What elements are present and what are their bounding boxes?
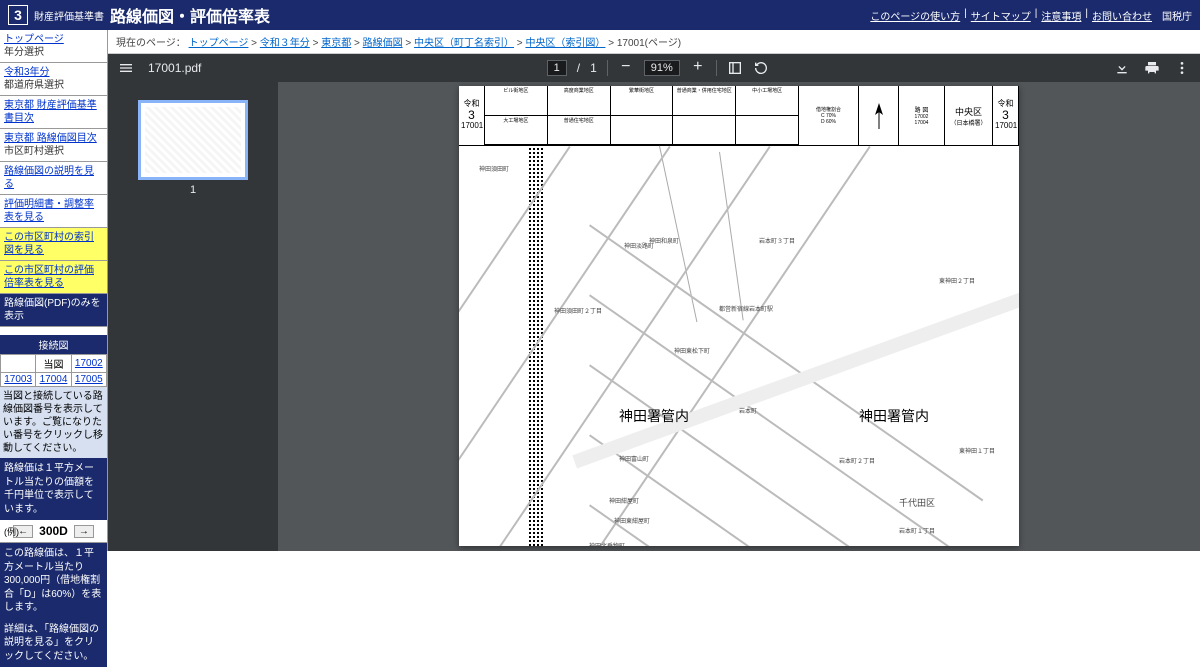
crumb-rosen[interactable]: 路線価図 <box>363 38 403 49</box>
street-label: 都営新宿線岩本町駅 <box>719 304 773 313</box>
street-label: 岩本町 <box>739 406 757 415</box>
street-label: 東神田２丁目 <box>939 276 975 285</box>
crumb-ward-index[interactable]: 中央区（索引図） <box>525 38 605 49</box>
header-links: このページの使い方| サイトマップ| 注意事項| お問い合わせ 国税庁 <box>870 8 1192 23</box>
street-label: 神田東紺屋町 <box>614 516 650 525</box>
pdf-viewer: 17001.pdf 1 / 1 − 91% + <box>108 54 1200 551</box>
street-label: 神田須田町 <box>479 164 509 173</box>
sidebar-link-top[interactable]: トップページ <box>4 33 103 46</box>
adj-cell-empty <box>1 355 36 373</box>
crumb-pref[interactable]: 東京都 <box>321 38 351 49</box>
area-label-2: 神田署管内 <box>859 406 929 426</box>
title-small: 財産評価基準書 <box>34 8 104 23</box>
info-unit: 路線価は１平方メートル当たりの価額を千円単位で表示しています。 <box>0 458 107 520</box>
pdf-filename: 17001.pdf <box>148 61 201 75</box>
street-label: 岩本町３丁目 <box>759 236 795 245</box>
sidebar-link-tokyo-rosen[interactable]: 東京都 路線価図目次 <box>4 132 103 145</box>
crumb-year[interactable]: 令和３年分 <box>260 38 310 49</box>
crumb-top[interactable]: トップページ <box>189 38 249 49</box>
sidebar-link-ratetable[interactable]: この市区町村の評価倍率表を見る <box>4 264 103 290</box>
menu-icon[interactable] <box>118 60 134 76</box>
crumb-ward-town[interactable]: 中央区（町丁名索引） <box>414 38 514 49</box>
rate-value: 300D <box>39 524 68 538</box>
info-example: この路線価は、１平方メートル当たり300,000円（借地権割合「D」は60%）を… <box>0 543 107 619</box>
header-link-sitemap[interactable]: サイトマップ <box>971 8 1031 23</box>
adj-link-17003[interactable]: 17003 <box>4 374 32 385</box>
page-sep: / <box>577 61 580 75</box>
adjacent-title: 接続図 <box>0 335 107 354</box>
street-label: 岩本町１丁目 <box>899 526 935 535</box>
more-icon[interactable] <box>1174 60 1190 76</box>
street-label: 神田須田町２丁目 <box>554 306 602 315</box>
crumb-current: 17001(ページ) <box>617 38 681 49</box>
print-icon[interactable] <box>1144 60 1160 76</box>
ward-name: 中央区 <box>947 105 990 118</box>
street-label: 神田東松下町 <box>674 346 710 355</box>
zoom-in-icon[interactable]: + <box>690 60 706 76</box>
thumbnail-panel: 1 <box>108 82 278 551</box>
download-icon[interactable] <box>1114 60 1130 76</box>
sidebar-link-explain[interactable]: 路線価図の説明を見る <box>4 165 103 191</box>
sidebar-sub-1: 都道府県選択 <box>4 79 103 92</box>
north-arrow-icon <box>859 86 899 145</box>
logo-number: 3 <box>8 5 28 25</box>
sidebar-sub-3: 市区町村選択 <box>4 145 103 158</box>
breadcrumb: 現在のページ： トップページ > 令和３年分 > 東京都 > 路線価図 > 中央… <box>108 30 1200 54</box>
zoom-level[interactable]: 91% <box>644 60 680 76</box>
sidebar-pdf-only[interactable]: 路線価図(PDF)のみを表示 <box>0 294 107 327</box>
adj-link-17002[interactable]: 17002 <box>75 358 103 369</box>
sheet-left: 17001 <box>461 122 482 131</box>
thumbnail-1[interactable] <box>138 100 248 180</box>
agency-label: 国税庁 <box>1162 8 1192 23</box>
location-codes: 路 図 17002 17004 <box>899 86 945 145</box>
sidebar-link-indexmap[interactable]: この市区町村の索引図を見る <box>4 231 103 257</box>
adj-link-17004[interactable]: 17004 <box>40 374 68 385</box>
ratio-table: 借地権割合 C 70% D 60% <box>799 86 859 145</box>
street-label: 神田北乗物町 <box>589 541 625 546</box>
rate-example-label: (例) <box>4 525 19 538</box>
sidebar-sub-0: 年分選択 <box>4 46 103 59</box>
chiyoda-label: 千代田区 <box>899 496 935 509</box>
street-label: 東神田１丁目 <box>959 446 995 455</box>
street-label: 神田富山町 <box>619 454 649 463</box>
pdf-page[interactable]: 令和 3 17001 ビル街地区高度商業地区繁華街地区普通商業・併用住宅地区中小… <box>459 86 1019 546</box>
area-label-1: 神田署管内 <box>619 406 689 426</box>
header-link-usage[interactable]: このページの使い方 <box>870 8 960 23</box>
sidebar: トップページ年分選択 令和3年分都道府県選択 東京都 財産評価基準書目次 東京都… <box>0 30 108 551</box>
sheet-right: 17001 <box>995 122 1016 131</box>
adjacent-table: 当図 17002 17003 17004 17005 <box>0 354 107 387</box>
adjacent-desc: 当図と接続している路線価図番号を表示しています。ご覧になりたい番号をクリックし移… <box>0 387 107 458</box>
breadcrumb-label: 現在のページ： <box>116 38 186 49</box>
map-canvas: 神田署管内 神田署管内 千代田区 神田須田町 神田須田町２丁目 神田淡路町 神田… <box>459 146 1019 546</box>
ward-sub: （日本橋署） <box>947 118 990 127</box>
info-detail: 詳細は、「路線価図の説明を見る」をクリックしてください。 <box>0 619 107 667</box>
header-link-contact[interactable]: お問い合わせ <box>1092 8 1152 23</box>
adj-cell-current: 当図 <box>36 355 71 373</box>
rotate-icon[interactable] <box>753 60 769 76</box>
header-link-caution[interactable]: 注意事項 <box>1041 8 1081 23</box>
legend-grid: ビル街地区高度商業地区繁華街地区普通商業・併用住宅地区中小工場地区 大工場地区普… <box>485 86 799 145</box>
street-label: 神田紺屋町 <box>609 496 639 505</box>
sidebar-link-tokyo-index[interactable]: 東京都 財産評価基準書目次 <box>4 99 103 125</box>
street-label: 岩本町２丁目 <box>839 456 875 465</box>
adj-link-17005[interactable]: 17005 <box>75 374 103 385</box>
zoom-out-icon[interactable]: − <box>618 60 634 76</box>
thumbnail-label: 1 <box>190 184 196 196</box>
page-total: 1 <box>590 61 597 75</box>
page-current-input[interactable]: 1 <box>547 60 567 76</box>
rate-next-button[interactable]: → <box>74 525 94 538</box>
fit-page-icon[interactable] <box>727 60 743 76</box>
sidebar-link-year[interactable]: 令和3年分 <box>4 66 103 79</box>
title-main: 路線価図・評価倍率表 <box>110 3 270 27</box>
sidebar-link-ratesheet[interactable]: 評価明細書・調整率表を見る <box>4 198 103 224</box>
street-label: 神田和泉町 <box>649 236 679 245</box>
